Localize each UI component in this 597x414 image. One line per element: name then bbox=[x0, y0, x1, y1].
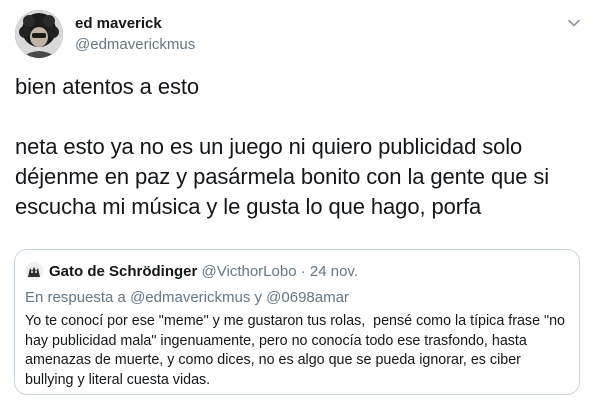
quoted-text: Yo te conocí por ese "meme" y me gustaro… bbox=[25, 313, 569, 388]
quoted-tweet[interactable]: Gato de Schrödinger @VicthorLobo · 24 no… bbox=[14, 249, 580, 395]
author-avatar[interactable] bbox=[15, 10, 63, 58]
quoted-author-name: Gato de Schrödinger bbox=[49, 263, 198, 280]
quoted-date: 24 nov. bbox=[309, 263, 358, 280]
chevron-down-icon[interactable] bbox=[565, 14, 583, 32]
quoted-reply-context: En respuesta a @edmaverickmus y @0698ama… bbox=[25, 289, 349, 306]
quoted-author-avatar bbox=[25, 262, 43, 280]
author-handle[interactable]: @edmaverickmus bbox=[75, 35, 195, 55]
tweet: ed maverick @edmaverickmus bien atentos … bbox=[0, 0, 597, 414]
tweet-text: bien atentos a esto neta esto ya no es u… bbox=[15, 74, 550, 219]
quoted-author-handle: @VicthorLobo bbox=[201, 263, 297, 280]
author-name[interactable]: ed maverick bbox=[75, 14, 162, 34]
quoted-header: Gato de Schrödinger @VicthorLobo · 24 no… bbox=[49, 262, 358, 282]
quoted-separator: · bbox=[300, 263, 306, 280]
